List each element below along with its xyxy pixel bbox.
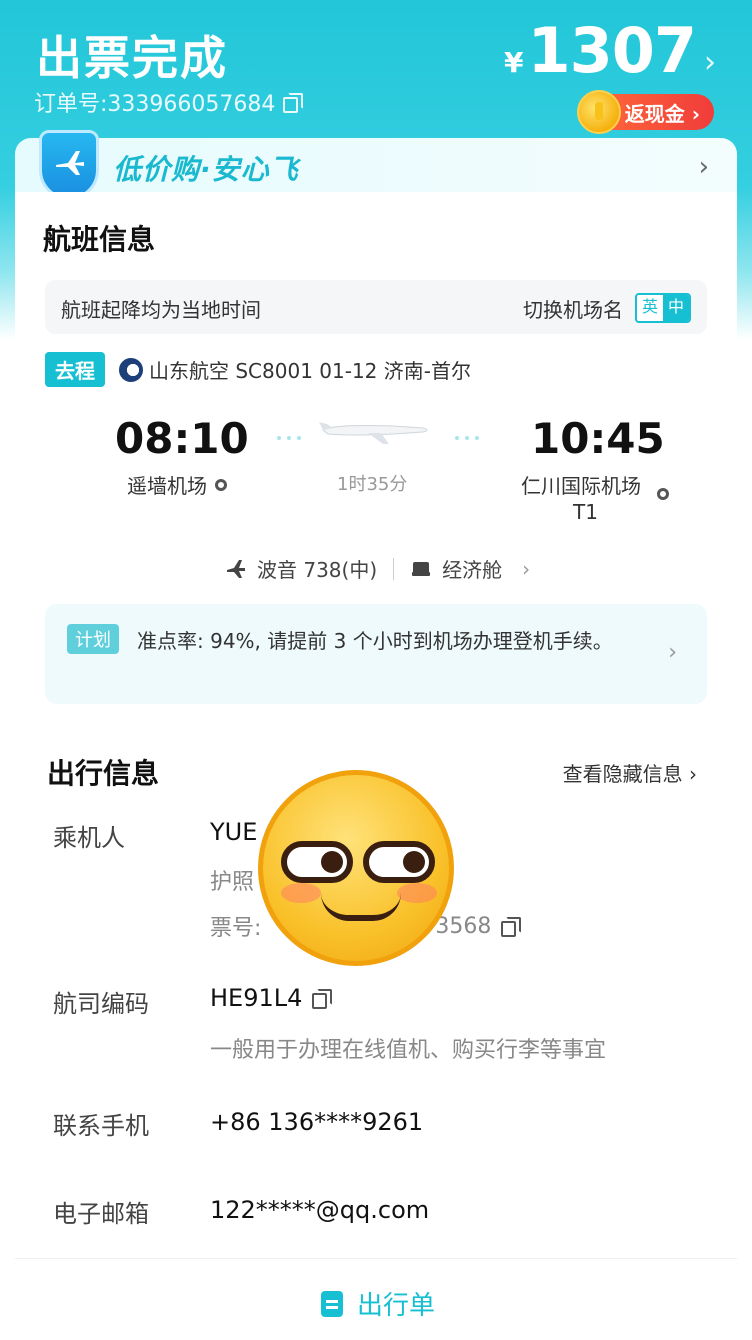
aircraft-type: 波音 738(中): [257, 558, 378, 582]
price-button[interactable]: ¥ 1307 ›: [504, 14, 716, 87]
phone-label: 联系手机: [53, 1112, 149, 1140]
notice-text: 准点率: 94%, 请提前 3 个小时到机场办理登机手续。: [137, 629, 613, 653]
bottom-bar: 出行单: [15, 1258, 737, 1340]
passenger-name: YUE: [210, 818, 258, 846]
seat-icon: [412, 561, 431, 576]
cashback-label: 返现金 ›: [624, 101, 700, 126]
local-time-note: 航班起降均为当地时间: [61, 298, 261, 322]
promo-banner[interactable]: 低价购·安心飞 ›: [15, 130, 737, 200]
punctuality-notice[interactable]: 计划 准点率: 94%, 请提前 3 个小时到机场办理登机手续。 ›: [45, 604, 707, 704]
itinerary-button[interactable]: 出行单: [321, 1285, 435, 1322]
currency-symbol: ¥: [503, 46, 524, 79]
location-pin-icon: [215, 478, 227, 491]
airline-flight-line: 山东航空 SC8001 01-12 济南-首尔: [149, 359, 471, 383]
switch-airport-name[interactable]: 切换机场名 英 中: [523, 293, 691, 323]
ticket-label: 票号:: [210, 916, 262, 941]
arrival-terminal: T1: [573, 500, 598, 524]
left-cheek: [281, 883, 321, 903]
chevron-right-icon: ›: [522, 556, 531, 581]
copy-icon[interactable]: [312, 989, 333, 1009]
copy-icon[interactable]: [501, 917, 522, 937]
order-number: 订单号:333966057684: [34, 92, 276, 117]
departure-airport-name: 遥墙机场: [127, 474, 207, 498]
arrival-airport-name: 仁川国际机场: [521, 474, 641, 498]
banner-slogan: 低价购·安心飞: [113, 153, 299, 186]
shield-plane-icon: [39, 130, 99, 200]
left-eye: [281, 841, 353, 883]
lang-en-option[interactable]: 英: [637, 295, 663, 321]
flight-info-title: 航班信息: [43, 223, 156, 256]
price-amount: 1307: [527, 14, 697, 87]
flight-duration: 1时35分: [337, 474, 408, 495]
right-cheek: [397, 883, 437, 903]
airline-info: 山东航空 SC8001 01-12 济南-首尔: [119, 355, 471, 384]
location-pin-icon: [657, 488, 669, 500]
smiling-face-sticker: [258, 770, 454, 966]
passenger-label: 乘机人: [53, 824, 125, 852]
travel-info-title: 出行信息: [47, 757, 160, 790]
smile-mouth: [321, 893, 401, 921]
trip-direction-tag: 去程: [45, 352, 105, 387]
chevron-right-icon: ›: [704, 45, 716, 80]
pnr-code: HE91L4: [210, 984, 303, 1012]
plane-icon: [227, 559, 245, 578]
view-hidden-info-link[interactable]: 查看隐藏信息 ›: [563, 758, 697, 787]
arrival-airport[interactable]: 仁川国际机场: [521, 470, 641, 499]
divider: [393, 557, 395, 580]
coin-icon: [576, 90, 621, 134]
trip-row: 去程 山东航空 SC8001 01-12 济南-首尔: [45, 352, 471, 387]
order-number-row: 订单号:333966057684: [34, 86, 304, 118]
cashback-badge[interactable]: 返现金 ›: [576, 90, 714, 134]
pnr-value: HE91L4: [210, 984, 333, 1012]
switch-airport-label: 切换机场名: [523, 297, 623, 322]
flight-path-plane-icon: [277, 422, 479, 444]
itinerary-label: 出行单: [357, 1291, 436, 1321]
local-time-bar: 航班起降均为当地时间 切换机场名 英 中: [45, 280, 707, 334]
right-eye: [363, 841, 435, 883]
chevron-right-icon: ›: [698, 152, 709, 182]
airline-logo-icon: [119, 357, 143, 382]
cabin-class: 经济舱: [442, 558, 503, 582]
document-icon: [321, 1290, 343, 1317]
passport-label: 护照: [210, 870, 255, 895]
notice-tag: 计划: [67, 624, 119, 654]
pnr-label: 航司编码: [53, 990, 149, 1018]
flight-info-card: 航班信息 航班起降均为当地时间 切换机场名 英 中 去程 山东航空 SC8001…: [15, 192, 737, 722]
lang-zh-option[interactable]: 中: [663, 295, 689, 321]
aircraft-row[interactable]: 波音 738(中) 经济舱 ›: [225, 554, 530, 583]
departure-airport[interactable]: 遥墙机场: [127, 470, 227, 499]
departure-time: 08:10: [115, 414, 249, 463]
email-value: 122*****@qq.com: [210, 1196, 430, 1224]
chevron-right-icon: ›: [668, 640, 677, 665]
arrival-time: 10:45: [531, 414, 665, 463]
language-toggle[interactable]: 英 中: [635, 293, 691, 323]
page-title: 出票完成: [36, 31, 228, 85]
pnr-note: 一般用于办理在线值机、购买行李等事宜: [210, 1038, 607, 1063]
copy-icon[interactable]: [283, 93, 304, 113]
phone-value: +86 136****9261: [210, 1108, 424, 1136]
email-label: 电子邮箱: [53, 1200, 149, 1228]
